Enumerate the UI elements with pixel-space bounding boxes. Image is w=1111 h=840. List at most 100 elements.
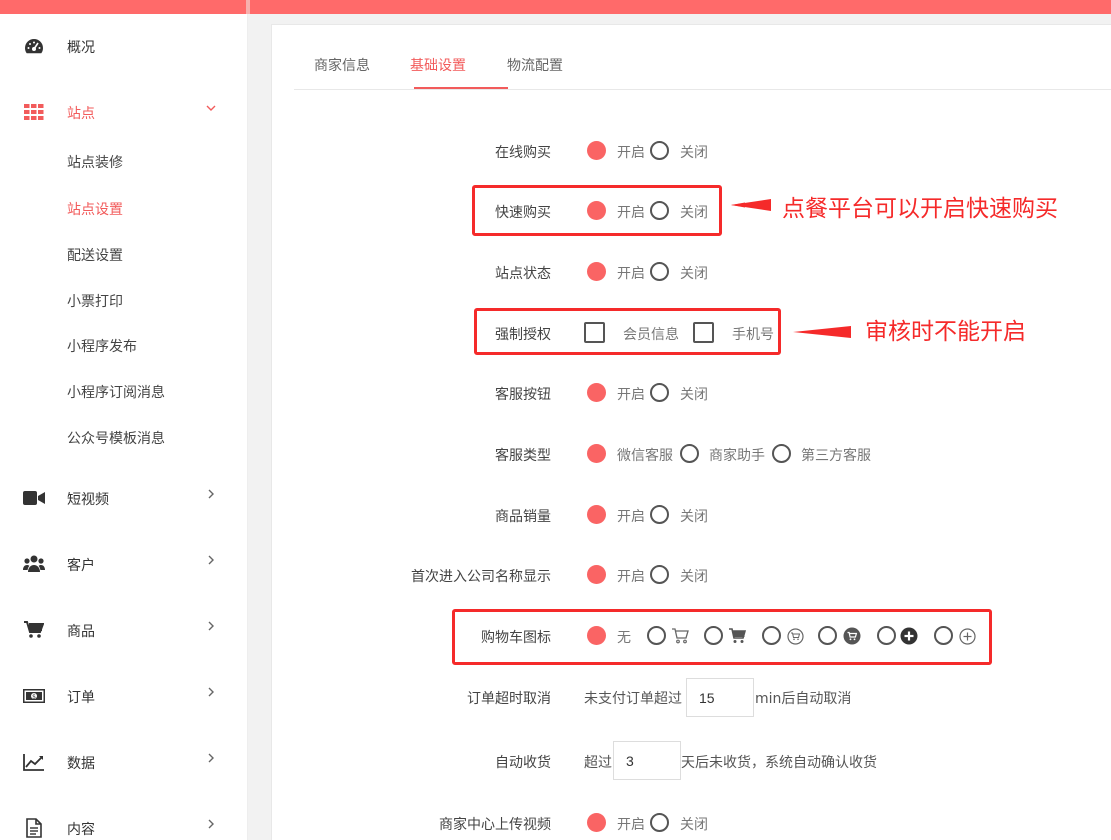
radio-cart-style-4[interactable] [818,626,837,645]
sidebar: 概况 站点 站点装修 站点设置 配送设置 小票打印 小程序发布 小程序订阅消息 … [0,14,248,840]
sub-item-label: 小程序发布 [67,339,137,355]
sub-item-miniapp-publish[interactable]: 小程序发布 [0,328,248,362]
radio-off[interactable] [650,565,669,584]
sub-item-label: 小票打印 [67,294,123,310]
sub-item-miniapp-subscribe[interactable]: 小程序订阅消息 [0,374,248,408]
option-label: 关闭 [680,145,708,161]
sub-item-mp-template[interactable]: 公众号模板消息 [0,420,248,454]
option-label: 开启 [617,387,645,403]
radio-off[interactable] [650,262,669,281]
setting-auto-receive: 自动收货 超过 天后未收货，系统自动确认收货 [272,741,1111,780]
radio-cart-style-1[interactable] [647,626,666,645]
sidebar-item-short-video[interactable]: 短视频 [0,478,248,518]
chart-icon [22,752,46,772]
radio-third-party-service[interactable] [772,444,791,463]
setting-label: 首次进入公司名称显示 [411,569,551,585]
sidebar-item-content[interactable]: 内容 [0,808,248,840]
radio-cart-style-2[interactable] [704,626,723,645]
settings-panel: 商家信息 基础设置 物流配置 在线购买 开启 关闭 快速购买 开启 关闭 站点状… [271,24,1111,840]
sub-item-label: 配送设置 [67,248,123,264]
option-label: 会员信息 [623,327,679,343]
sidebar-item-products[interactable]: 商品 [0,610,248,650]
option-label: 开启 [617,569,645,585]
option-label: 关闭 [680,387,708,403]
option-label: 开启 [617,145,645,161]
timeout-prefix: 未支付订单超过 [584,691,682,707]
sub-item-delivery-settings[interactable]: 配送设置 [0,237,248,271]
tab-merchant-info[interactable]: 商家信息 [314,55,370,75]
arrow-icon [793,326,851,338]
tab-bar: 商家信息 基础设置 物流配置 [294,25,1111,90]
sub-item-receipt-print[interactable]: 小票打印 [0,283,248,317]
option-label: 微信客服 [617,448,673,464]
radio-off[interactable] [650,383,669,402]
setting-service-button: 客服按钮 开启 关闭 [272,378,1111,408]
tab-logistics[interactable]: 物流配置 [507,55,563,75]
checkbox-phone[interactable] [693,322,714,343]
top-bar [0,0,1111,14]
plus-circle-solid-icon [900,627,918,645]
sub-item-label: 公众号模板消息 [67,431,165,447]
chevron-right-icon [205,620,217,636]
video-icon [22,488,46,508]
option-label: 关闭 [680,817,708,833]
tab-basic-settings[interactable]: 基础设置 [410,55,466,75]
radio-off[interactable] [650,141,669,160]
users-icon [22,554,46,574]
option-label: 关闭 [680,205,708,221]
sidebar-item-label: 站点 [67,106,95,122]
radio-cart-style-5[interactable] [877,626,896,645]
radio-on[interactable] [587,201,606,220]
sidebar-item-overview[interactable]: 概况 [0,26,248,66]
cart-circle-outline-icon [786,627,804,645]
annotation-force-auth: 审核时不能开启 [865,319,1026,345]
setting-sales-volume: 商品销量 开启 关闭 [272,500,1111,530]
sidebar-item-site[interactable]: 站点 [0,92,248,132]
setting-site-status: 站点状态 开启 关闭 [272,257,1111,287]
option-label: 开启 [617,509,645,525]
radio-on[interactable] [587,262,606,281]
radio-cart-none[interactable] [587,626,606,645]
option-label: 第三方客服 [801,448,871,464]
radio-on[interactable] [587,505,606,524]
sidebar-item-label: 内容 [67,822,95,838]
sub-item-label: 小程序订阅消息 [67,385,165,401]
radio-on[interactable] [587,813,606,832]
radio-cart-style-3[interactable] [762,626,781,645]
radio-cart-style-6[interactable] [934,626,953,645]
auto-receive-days-input[interactable] [613,741,681,780]
setting-label: 快速购买 [495,205,551,221]
sidebar-item-label: 商品 [67,624,95,640]
sub-item-label: 站点装修 [67,155,123,171]
setting-label: 自动收货 [495,755,551,771]
timeout-minutes-input[interactable] [686,678,754,717]
sub-item-site-settings[interactable]: 站点设置 [0,191,248,225]
arrow-icon [731,199,771,211]
cart-circle-solid-icon [843,627,861,645]
sub-item-label: 站点设置 [67,202,123,218]
sidebar-item-label: 订单 [67,690,95,706]
radio-merchant-assistant[interactable] [680,444,699,463]
chevron-right-icon [205,488,217,504]
sub-item-site-decor[interactable]: 站点装修 [0,144,248,178]
radio-on[interactable] [587,141,606,160]
sidebar-item-label: 客户 [67,558,95,574]
radio-on[interactable] [587,383,606,402]
radio-wechat-service[interactable] [587,444,606,463]
radio-on[interactable] [587,565,606,584]
checkbox-member-info[interactable] [584,322,605,343]
cart-outline-icon [671,627,689,645]
sidebar-item-data[interactable]: 数据 [0,742,248,782]
setting-upload-video: 商家中心上传视频 开启 关闭 [272,808,1111,838]
radio-off[interactable] [650,505,669,524]
radio-off[interactable] [650,201,669,220]
sidebar-item-label: 数据 [67,756,95,772]
cart-solid-icon [728,627,746,645]
option-label: 开启 [617,817,645,833]
sidebar-item-customers[interactable]: 客户 [0,544,248,584]
chevron-down-icon [205,102,217,118]
radio-off[interactable] [650,813,669,832]
plus-circle-outline-icon [958,627,976,645]
setting-company-name-display: 首次进入公司名称显示 开启 关闭 [272,560,1111,590]
sidebar-item-orders[interactable]: $ 订单 [0,676,248,716]
